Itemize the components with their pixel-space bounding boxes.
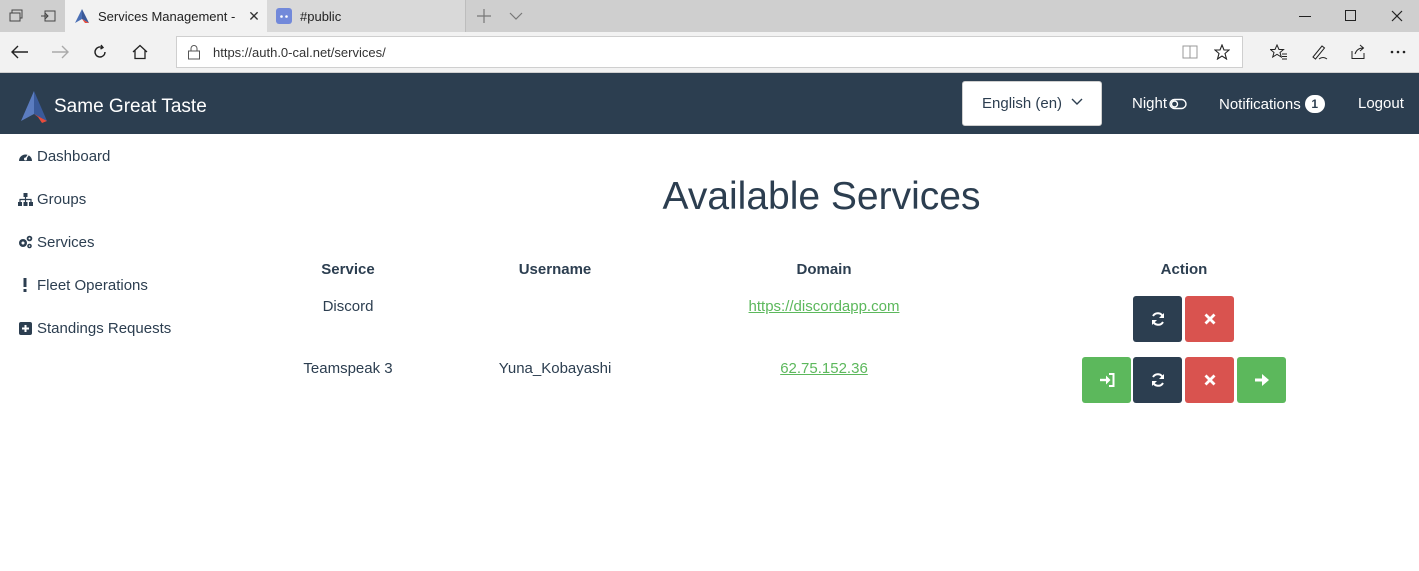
service-name: Teamspeak 3 — [303, 360, 393, 377]
language-select[interactable]: English (en) — [962, 81, 1102, 126]
sitemap-icon — [17, 191, 33, 207]
tab-title: Services Management - — [98, 8, 236, 24]
sidebar-item-label: Dashboard — [37, 147, 111, 165]
sidebar-item-standings-requests[interactable]: Standings Requests — [17, 317, 171, 339]
refresh-icon[interactable] — [89, 41, 111, 63]
sidebar-item-services[interactable]: Services — [17, 231, 95, 253]
username: Yuna_Kobayashi — [498, 360, 612, 377]
domain-link[interactable]: https://discordapp.com — [749, 298, 900, 315]
sidebar-item-label: Fleet Operations — [37, 276, 148, 294]
toggle-off-icon — [1169, 98, 1187, 109]
notifications-label: Notifications — [1219, 95, 1301, 113]
logout-label: Logout — [1358, 95, 1404, 112]
sidebar-item-dashboard[interactable]: Dashboard — [17, 145, 110, 167]
sidebar-item-label: Groups — [37, 190, 87, 208]
lock-icon — [188, 45, 200, 60]
refresh-icon — [1151, 312, 1164, 326]
back-icon[interactable] — [9, 41, 31, 63]
cogs-icon — [17, 234, 33, 250]
address-bar[interactable]: https://auth.0-cal.net/services/ — [176, 36, 1243, 68]
refresh-icon — [1151, 373, 1164, 387]
url-text: https://auth.0-cal.net/services/ — [213, 44, 386, 60]
domain-link[interactable]: 62.75.152.36 — [780, 360, 868, 377]
chevron-down-icon — [1071, 98, 1083, 105]
refresh-service-button[interactable] — [1133, 357, 1182, 403]
brand-link[interactable]: Same Great Taste — [20, 90, 207, 124]
tab-public[interactable]: #public — [267, 0, 466, 32]
notifications-link[interactable]: Notifications 1 — [1219, 95, 1325, 113]
close-window-icon[interactable] — [1373, 0, 1419, 32]
tab-title: #public — [300, 8, 342, 24]
sign-in-icon — [1099, 373, 1114, 387]
brand-name: Same Great Taste — [54, 96, 207, 117]
more-options-icon[interactable] — [1387, 41, 1409, 63]
pen-notes-icon[interactable] — [1308, 41, 1330, 63]
site-navbar: Same Great Taste English (en) Night Noti… — [0, 73, 1419, 134]
browser-toolbar: https://auth.0-cal.net/services/ — [0, 32, 1419, 73]
sign-in-service-button[interactable] — [1082, 357, 1131, 403]
exclamation-icon — [17, 277, 33, 293]
delete-service-button[interactable] — [1185, 296, 1234, 342]
tab-preview-chevron-icon[interactable] — [506, 6, 526, 26]
arrow-right-icon — [1254, 374, 1269, 386]
connect-service-button[interactable] — [1237, 357, 1286, 403]
brand-logo-icon — [21, 91, 47, 123]
forward-icon[interactable] — [49, 41, 71, 63]
notifications-badge: 1 — [1304, 95, 1325, 113]
sidebar-item-label: Standings Requests — [37, 319, 172, 337]
sidebar-item-groups[interactable]: Groups — [17, 188, 86, 210]
browser-tab-bar: Services Management - ✕ #public — [0, 0, 1419, 32]
close-tab-icon[interactable]: ✕ — [241, 8, 267, 25]
service-name: Discord — [322, 298, 374, 315]
night-mode-toggle[interactable]: Night — [1132, 95, 1187, 112]
column-header-username: Username — [518, 261, 592, 278]
share-icon[interactable] — [1347, 41, 1369, 63]
page-title: Available Services — [662, 175, 981, 218]
favorite-star-icon[interactable] — [1214, 44, 1230, 60]
plus-square-icon — [17, 320, 33, 336]
refresh-service-button[interactable] — [1133, 296, 1182, 342]
sidebar-item-label: Services — [37, 233, 95, 251]
maximize-icon[interactable] — [1327, 0, 1374, 32]
column-header-domain: Domain — [796, 261, 852, 278]
logout-link[interactable]: Logout — [1358, 95, 1404, 112]
language-select-value: English (en) — [982, 95, 1063, 112]
dashboard-icon — [17, 148, 33, 164]
reading-view-icon[interactable] — [1182, 45, 1198, 59]
column-header-service: Service — [321, 261, 375, 278]
set-aside-tabs-icon[interactable] — [38, 6, 58, 26]
sidebar-item-fleet-operations[interactable]: Fleet Operations — [17, 274, 148, 296]
night-label: Night — [1132, 95, 1168, 112]
favorites-hub-icon[interactable] — [1268, 41, 1290, 63]
close-icon — [1204, 313, 1215, 325]
new-tab-icon[interactable] — [474, 6, 494, 26]
tab-manager-icon[interactable] — [6, 6, 26, 26]
home-icon[interactable] — [129, 41, 151, 63]
site-logo-icon — [75, 9, 89, 23]
minimize-icon[interactable] — [1281, 0, 1328, 32]
tab-services-management[interactable]: Services Management - ✕ — [65, 0, 267, 32]
discord-icon — [276, 8, 292, 24]
close-icon — [1204, 374, 1215, 386]
column-header-action: Action — [1160, 261, 1208, 278]
delete-service-button[interactable] — [1185, 357, 1234, 403]
